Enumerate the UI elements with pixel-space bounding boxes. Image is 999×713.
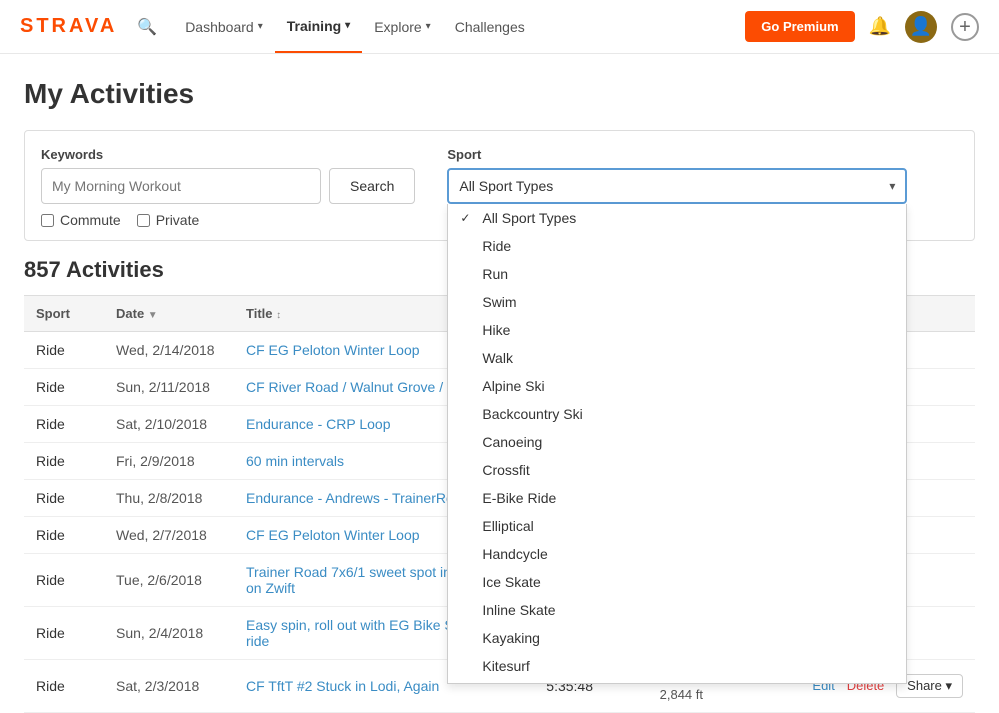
top-nav: STRAVA 🔍 Dashboard ▾ Training ▾ Explore … [0, 0, 999, 54]
sport-option[interactable]: Kayaking [448, 624, 906, 652]
row-sport: Ride [24, 332, 104, 369]
sport-option[interactable]: Crossfit [448, 456, 906, 484]
search-button[interactable]: Search [329, 168, 415, 204]
nav-item-training[interactable]: Training ▾ [275, 0, 362, 53]
private-checkbox-label[interactable]: Private [137, 212, 200, 228]
row-sport: Ride [24, 554, 104, 607]
row-sport: Ride [24, 406, 104, 443]
sport-dropdown-list[interactable]: ✓All Sport TypesRideRunSwimHikeWalkAlpin… [447, 204, 907, 684]
go-premium-button[interactable]: Go Premium [745, 11, 854, 42]
sport-option[interactable]: Ice Skate [448, 568, 906, 596]
row-sport: Ride [24, 443, 104, 480]
row-date: Sat, 2/10/2018 [104, 406, 234, 443]
activity-title-link[interactable]: CF TftT #2 Stuck in Lodi, Again [246, 678, 439, 694]
keyword-input[interactable] [41, 168, 321, 204]
sport-option[interactable]: Backcountry Ski [448, 400, 906, 428]
sport-option[interactable]: Ride [448, 232, 906, 260]
sport-option[interactable]: Elliptical [448, 512, 906, 540]
activity-title-link[interactable]: 60 min intervals [246, 453, 344, 469]
sport-option[interactable]: Alpine Ski [448, 372, 906, 400]
nav-right: Go Premium 🔔 👤 + [745, 11, 979, 43]
chevron-down-icon: ▾ [345, 20, 350, 31]
sport-option[interactable]: Run [448, 260, 906, 288]
row-date: Sun, 2/11/2018 [104, 369, 234, 406]
row-sport: Ride [24, 607, 104, 660]
avatar[interactable]: 👤 [905, 11, 937, 43]
sport-option[interactable]: ✓All Sport Types [448, 204, 906, 232]
activity-title-link[interactable]: Endurance - CRP Loop [246, 416, 391, 432]
sport-option[interactable]: Inline Skate [448, 596, 906, 624]
sport-option[interactable]: Canoeing [448, 428, 906, 456]
col-header-date[interactable]: Date ▼ [104, 296, 234, 332]
strava-logo[interactable]: STRAVA [20, 15, 117, 38]
row-date: Thu, 2/8/2018 [104, 480, 234, 517]
sport-option[interactable]: Hike [448, 316, 906, 344]
search-icon[interactable]: 🔍 [137, 17, 157, 37]
sport-dropdown-trigger[interactable]: All Sport Types ▾ [447, 168, 907, 204]
row-date: Fri, 2/9/2018 [104, 443, 234, 480]
commute-checkbox-label[interactable]: Commute [41, 212, 121, 228]
activity-title-link[interactable]: CF EG Peloton Winter Loop [246, 527, 420, 543]
sort-icon: ↕ [276, 310, 281, 321]
private-checkbox[interactable] [137, 214, 150, 227]
activity-title-link[interactable]: Endurance - Andrews - TrainerRoad [246, 490, 469, 506]
row-date: Wed, 2/7/2018 [104, 517, 234, 554]
keywords-label: Keywords [41, 147, 415, 162]
sport-option[interactable]: Handcycle [448, 540, 906, 568]
col-header-sport: Sport [24, 296, 104, 332]
row-date: Wed, 2/14/2018 [104, 332, 234, 369]
sport-select-wrapper: All Sport Types ▾ ✓All Sport TypesRideRu… [447, 168, 907, 204]
page-content: My Activities Keywords Search Commute Pr… [0, 54, 999, 713]
activity-title-link[interactable]: CF River Road / Walnut Grove / CRP [246, 379, 477, 395]
row-sport: Ride [24, 369, 104, 406]
activity-title-link[interactable]: Easy spin, roll out with EG Bike Shop ri… [246, 617, 477, 649]
sport-selected-value: All Sport Types [459, 178, 553, 194]
row-date: Tue, 2/6/2018 [104, 554, 234, 607]
notifications-bell-icon[interactable]: 🔔 [869, 16, 891, 37]
sport-label: Sport [447, 147, 907, 162]
keywords-filter-group: Keywords Search Commute Private [41, 147, 415, 228]
sport-option[interactable]: Swim [448, 288, 906, 316]
sport-option[interactable]: Walk [448, 344, 906, 372]
row-sport: Ride [24, 480, 104, 517]
add-activity-button[interactable]: + [951, 13, 979, 41]
chevron-down-icon: ▾ [889, 179, 895, 193]
row-sport: Ride [24, 517, 104, 554]
activity-title-link[interactable]: CF EG Peloton Winter Loop [246, 342, 420, 358]
chevron-down-icon: ▾ [258, 21, 263, 32]
nav-item-challenges[interactable]: Challenges [443, 0, 537, 53]
sport-option[interactable]: Kitesurf [448, 652, 906, 680]
chevron-down-icon: ▾ [426, 21, 431, 32]
filter-bar: Keywords Search Commute Private Sport [24, 130, 975, 241]
nav-items: Dashboard ▾ Training ▾ Explore ▾ Challen… [173, 0, 537, 53]
sport-filter-group: Sport All Sport Types ▾ ✓All Sport Types… [447, 147, 907, 204]
sort-icon: ▼ [148, 310, 158, 321]
commute-checkbox[interactable] [41, 214, 54, 227]
sport-option[interactable]: Nordic Ski [448, 680, 906, 684]
nav-item-dashboard[interactable]: Dashboard ▾ [173, 0, 275, 53]
row-date: Sun, 2/4/2018 [104, 607, 234, 660]
sport-option[interactable]: E-Bike Ride [448, 484, 906, 512]
nav-item-explore[interactable]: Explore ▾ [362, 0, 443, 53]
page-title: My Activities [24, 78, 975, 110]
